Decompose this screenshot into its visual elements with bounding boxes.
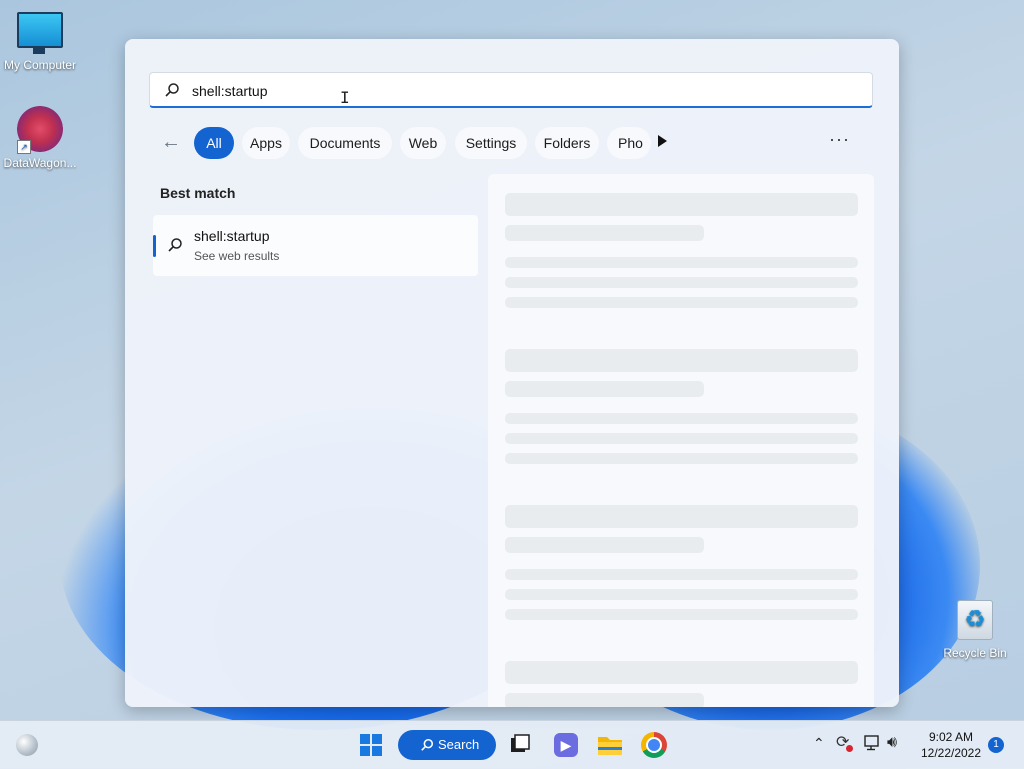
search-box[interactable]: I [149,72,873,108]
skeleton-bar [505,433,858,444]
search-icon [165,83,179,97]
search-icon [421,738,434,751]
skeleton-bar [505,297,858,308]
back-arrow-icon[interactable]: ← [161,132,181,153]
best-match-heading: Best match [160,185,236,201]
teams-icon[interactable]: ▶ [554,733,578,757]
edge-icon[interactable] [16,734,38,756]
tab-web[interactable]: Web [400,127,446,159]
result-subtitle: See web results [194,249,280,263]
search-panel: I ← All Apps Documents Web Settings Fold… [125,39,899,707]
clock-time: 9:02 AM [928,730,974,744]
preview-pane-loading [488,174,874,707]
filter-tabs: ← All Apps Documents Web Settings Folder… [149,127,873,161]
tab-all[interactable]: All [194,127,234,159]
more-options-button[interactable]: ··· [829,129,850,150]
skeleton-bar [505,413,858,424]
selection-indicator [153,235,156,257]
skeleton-bar [505,349,858,372]
network-icon[interactable] [864,735,882,751]
sync-alert-dot [846,745,853,752]
skeleton-bar [505,225,704,241]
desktop-icon-recycle-bin[interactable]: ♻ Recycle Bin [935,600,1015,660]
desktop-icon-label: Recycle Bin [943,646,1007,660]
desktop-icon-label: My Computer [3,58,77,72]
search-icon [168,238,182,252]
tab-folders[interactable]: Folders [535,127,599,159]
computer-icon [17,12,63,54]
skeleton-bar [505,257,858,268]
taskbar: Search ▶ ⌃ ⟳ 🔊︎ 9:02 AM 12/22/2022 1 [0,720,1024,769]
windows-logo-icon[interactable] [360,734,382,756]
chrome-icon[interactable] [641,732,667,758]
task-view-icon[interactable] [510,734,530,754]
desktop-icon-datawagon[interactable]: ↗ DataWagon... [0,106,80,170]
notification-badge[interactable]: 1 [988,737,1004,753]
shortcut-arrow-icon: ↗ [17,140,31,154]
text-cursor-icon: I [340,88,350,107]
skeleton-bar [505,589,858,600]
best-match-result[interactable]: shell:startup See web results [153,215,478,276]
skeleton-bar [505,661,858,684]
chevron-up-icon[interactable]: ⌃ [813,735,825,752]
skeleton-bar [505,193,858,216]
skeleton-bar [505,609,858,620]
skeleton-bar [505,693,704,707]
skeleton-bar [505,453,858,464]
skeleton-bar [505,537,704,553]
tab-apps[interactable]: Apps [242,127,290,159]
datawagon-icon: ↗ [17,106,63,154]
result-title: shell:startup [194,228,270,244]
desktop-icon-my-computer[interactable]: My Computer [0,12,80,72]
skeleton-bar [505,505,858,528]
skeleton-bar [505,381,704,397]
play-icon[interactable] [658,135,667,147]
clock[interactable]: 9:02 AM 12/22/2022 [916,729,986,761]
tab-settings[interactable]: Settings [455,127,527,159]
desktop-icon-label: DataWagon... [3,156,77,170]
clock-date: 12/22/2022 [920,746,982,760]
search-input[interactable] [190,77,834,105]
skeleton-bar [505,569,858,580]
recycle-bin-icon: ♻ [957,600,993,640]
taskbar-search-label: Search [438,737,480,752]
folder-icon[interactable] [597,733,623,757]
volume-icon[interactable]: 🔊︎ [887,734,897,752]
tab-documents[interactable]: Documents [298,127,392,159]
taskbar-search-button[interactable]: Search [398,730,496,760]
tab-photos[interactable]: Pho [607,127,651,159]
skeleton-bar [505,277,858,288]
